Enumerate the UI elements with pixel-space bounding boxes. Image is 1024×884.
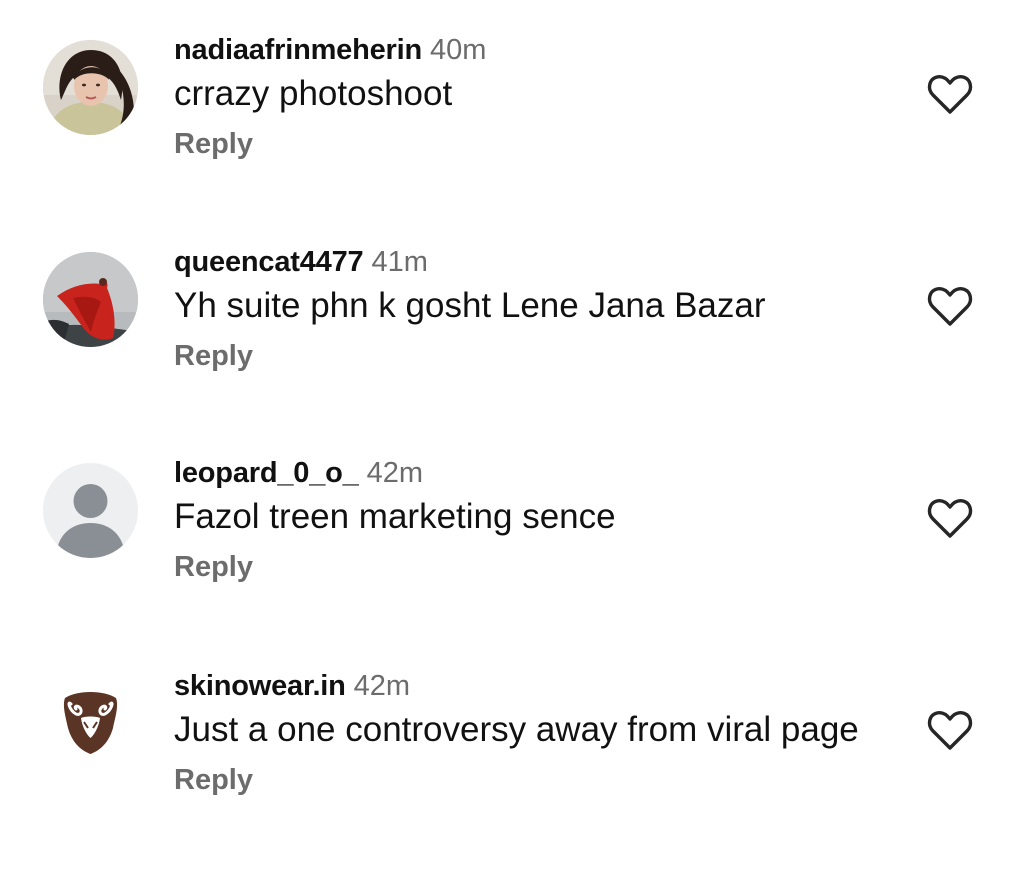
like-button[interactable] — [926, 284, 974, 328]
heart-outline-icon — [927, 286, 973, 326]
like-button[interactable] — [926, 708, 974, 752]
heart-outline-icon — [927, 710, 973, 750]
comment-meta: queencat4477 41m — [174, 242, 874, 282]
avatar[interactable] — [43, 463, 138, 558]
comment-text: Just a one controversy away from viral p… — [174, 710, 859, 749]
like-button[interactable] — [926, 496, 974, 540]
reply-button[interactable]: Reply — [174, 128, 874, 161]
timestamp: 42m — [353, 670, 411, 702]
timestamp: 42m — [366, 457, 423, 489]
username[interactable]: queencat4477 — [174, 246, 364, 278]
profile-photo-icon — [43, 40, 138, 135]
comment-meta: nadiaafrinmeherin 40m — [174, 30, 874, 70]
username[interactable]: nadiaafrinmeherin — [174, 34, 422, 66]
heart-outline-icon — [927, 498, 973, 538]
username[interactable]: leopard_0_o_ — [174, 457, 359, 489]
reply-button[interactable]: Reply — [174, 340, 874, 373]
comment-text: crrazy photoshoot — [174, 74, 453, 113]
reply-button[interactable]: Reply — [174, 764, 874, 797]
heart-outline-icon — [927, 74, 973, 114]
comment-text: Fazol treen marketing sence — [174, 497, 616, 536]
avatar[interactable] — [43, 252, 138, 347]
reply-button[interactable]: Reply — [174, 551, 874, 584]
default-user-icon — [43, 463, 138, 558]
like-button[interactable] — [926, 72, 974, 116]
avatar[interactable] — [43, 676, 138, 771]
comment-meta: leopard_0_o_ 42m — [174, 453, 874, 493]
timestamp: 41m — [371, 246, 428, 278]
avatar[interactable] — [43, 40, 138, 135]
comment-meta: skinowear.in 42m — [174, 666, 874, 706]
comment-list: nadiaafrinmeherin 40m crrazy photoshoot R… — [0, 0, 1024, 884]
timestamp: 40m — [430, 34, 487, 66]
red-dress-photo-icon — [43, 252, 138, 347]
ram-head-logo-icon — [43, 676, 138, 771]
comment-text: Yh suite phn k gosht Lene Jana Bazar — [174, 286, 766, 325]
username[interactable]: skinowear.in — [174, 670, 346, 702]
